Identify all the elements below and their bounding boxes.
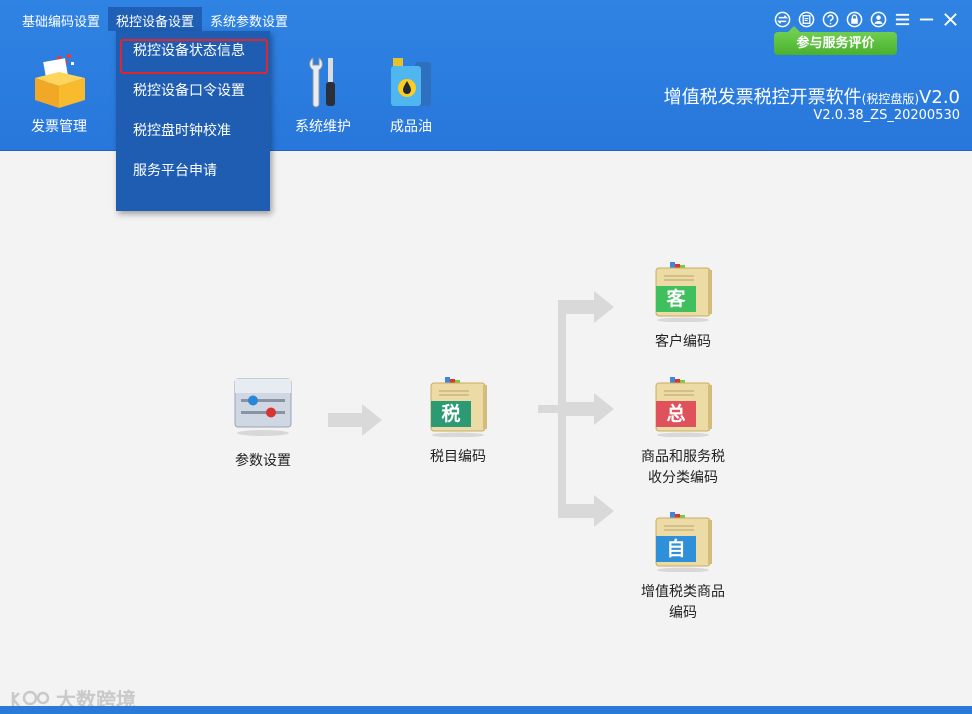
node-vat-goods-code[interactable]: 自 增值税类商品 编码 [623, 512, 743, 624]
menu-tax-device[interactable]: 税控设备设置 [108, 7, 203, 31]
node-vat-label-line1: 增值税类商品 [641, 584, 725, 600]
close-icon[interactable] [938, 9, 962, 29]
book-goods-icon: 总 [652, 377, 714, 438]
service-feedback-button[interactable]: 参与服务评价 [774, 26, 897, 55]
lock-icon[interactable] [842, 9, 866, 29]
menu-bar: 基础编码设置 税控设备设置 系统参数设置 [0, 7, 296, 31]
app-version: V2.0.38_ZS_20200530 [813, 108, 960, 123]
help-icon[interactable] [818, 9, 842, 29]
menu-icon[interactable] [890, 9, 914, 29]
node-goods-label-line2: 收分类编码 [648, 470, 718, 486]
book-customer-char: 客 [666, 288, 686, 310]
toolbar-refined-oil[interactable]: 成品油 [371, 52, 451, 136]
menu-system-params[interactable]: 系统参数设置 [202, 7, 296, 31]
toolbar-invoice-label: 发票管理 [31, 119, 87, 135]
node-customer-label: 客户编码 [655, 334, 711, 350]
node-tax-item-label: 税目编码 [430, 449, 486, 465]
node-customer-code[interactable]: 客 客户编码 [633, 262, 733, 353]
toolbar-system-maintenance[interactable]: 系统维护 [283, 52, 363, 136]
book-tax-icon: 税 [427, 377, 489, 438]
book-vat-icon: 自 [652, 512, 714, 573]
app-title-main: 增值税发票税控开票软件 [663, 87, 862, 108]
arrow-params-to-tax [328, 404, 382, 436]
menu-basic-codes[interactable]: 基础编码设置 [14, 7, 108, 31]
node-goods-services-code[interactable]: 总 商品和服务税 收分类编码 [623, 377, 743, 489]
user-icon[interactable] [866, 9, 890, 29]
arrow-branch [538, 291, 614, 527]
toolbar-oil-label: 成品油 [390, 119, 432, 135]
app-title-suffix: (税控盘版) [861, 92, 920, 106]
menu-clock-calibration[interactable]: 税控盘时钟校准 [116, 111, 270, 151]
toolbar-invoice-management[interactable]: 发票管理 [19, 52, 99, 136]
node-goods-label-line1: 商品和服务税 [641, 449, 725, 465]
book-goods-char: 总 [666, 403, 686, 425]
node-goods-label: 商品和服务税 收分类编码 [623, 447, 743, 489]
book-tax-char: 税 [441, 403, 461, 425]
book-vat-char: 自 [666, 538, 686, 560]
minimize-icon[interactable] [914, 9, 938, 29]
sliders-icon [213, 377, 313, 441]
node-params-setting[interactable]: 参数设置 [213, 377, 313, 472]
menu-service-platform[interactable]: 服务平台申请 [116, 151, 270, 191]
invoice-box-icon [27, 52, 91, 112]
menu-device-password[interactable]: 税控设备口令设置 [116, 71, 270, 111]
app-title-ver: V2.0 [919, 87, 960, 108]
node-vat-label: 增值税类商品 编码 [623, 582, 743, 624]
bottom-status-bar [0, 706, 972, 714]
node-vat-label-line2: 编码 [669, 605, 697, 621]
toolbar-maintenance-label: 系统维护 [295, 119, 351, 135]
node-tax-item-code[interactable]: 税 税目编码 [408, 377, 508, 468]
app-title: 增值税发票税控开票软件(税控盘版)V2.0 [664, 83, 960, 109]
menu-device-status-info[interactable]: 税控设备状态信息 [116, 31, 270, 74]
node-params-label: 参数设置 [235, 453, 291, 469]
wrench-screwdriver-icon [291, 52, 355, 112]
tax-device-dropdown: 税控设备状态信息 税控设备口令设置 税控盘时钟校准 服务平台申请 [116, 31, 270, 211]
oil-can-icon [379, 52, 443, 112]
book-customer-icon: 客 [652, 262, 714, 323]
